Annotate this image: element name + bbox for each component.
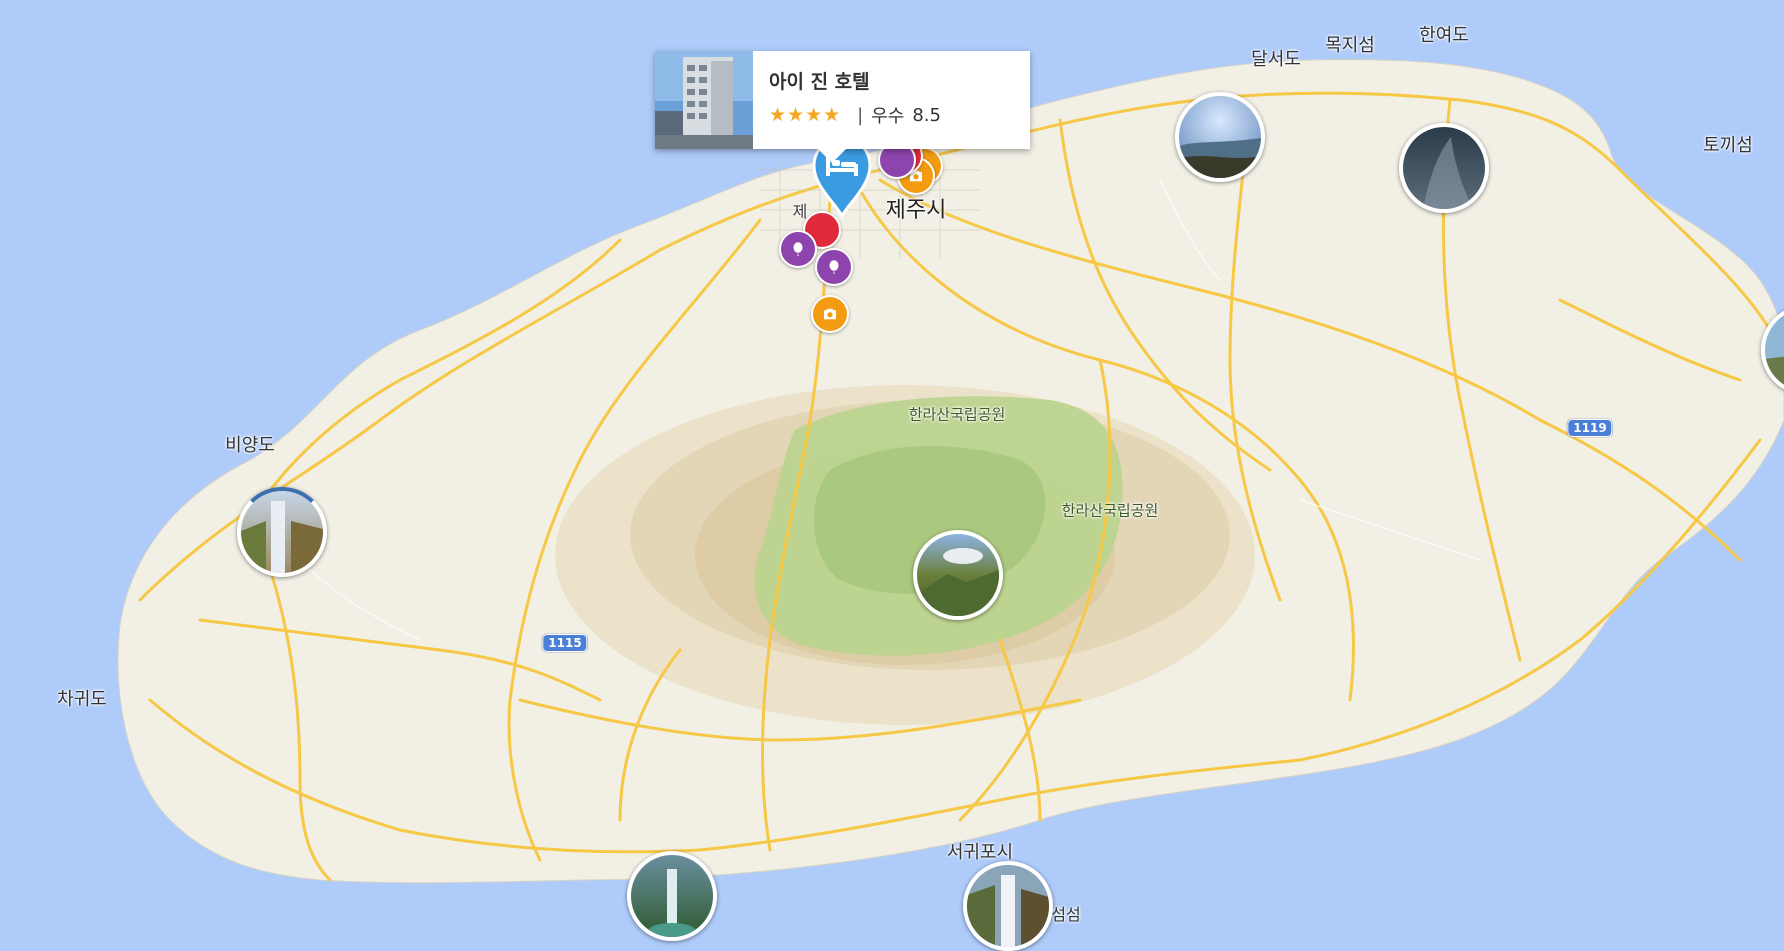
hotel-thumbnail — [655, 51, 753, 149]
photo-thumbnail — [1403, 127, 1485, 209]
photo-thumbnail — [917, 534, 999, 616]
photo-thumbnail — [967, 865, 1049, 947]
island-label-chagwido: 차귀도 — [57, 689, 107, 710]
photo-marker-waterfall-south[interactable] — [627, 851, 717, 941]
photo-thumbnail — [1179, 96, 1261, 178]
photo-thumbnail — [241, 491, 323, 573]
city-label-partial: 제 — [792, 202, 808, 221]
hotel-info-popup[interactable]: 아이 진 호텔 ★★★★ | 우수 8.5 — [655, 51, 1030, 163]
park-label-hallasan-east: 한라산국립공원 — [1061, 501, 1159, 520]
rating-label: 우수 — [871, 106, 905, 127]
photo-marker-coast-north[interactable] — [1175, 92, 1265, 182]
hotel-name[interactable]: 아이 진 호텔 — [769, 67, 941, 94]
map-canvas[interactable]: 제주시 제 한라산국립공원 한라산국립공원 달서도 목지섬 한여도 토끼섬 비양… — [0, 0, 1784, 951]
park-label-hallasan-north: 한라산국립공원 — [908, 405, 1006, 424]
island-label-hanyeodo: 한여도 — [1419, 25, 1469, 46]
hotel-star-rating: ★★★★ — [769, 104, 842, 126]
attraction-marker[interactable] — [815, 248, 853, 286]
island-label-biyangdo: 비양도 — [225, 435, 275, 456]
balloon-icon — [829, 260, 839, 274]
city-label-jeju: 제주시 — [885, 198, 947, 223]
camera-icon — [824, 308, 836, 320]
photo-marker-waterfall-west[interactable] — [237, 487, 327, 577]
city-label-seogwipo: 서귀포시 — [946, 842, 1014, 863]
road-shield-1115: 1115 — [542, 634, 588, 652]
island-label-dalseodo: 달서도 — [1251, 49, 1301, 70]
road-shield-1119: 1119 — [1567, 419, 1613, 437]
photo-marker-cave[interactable] — [1399, 123, 1489, 213]
attraction-marker[interactable] — [779, 230, 817, 268]
photo-marker-hallasan[interactable] — [913, 530, 1003, 620]
island-label-seom-partial: 섬섬 — [1051, 905, 1081, 924]
photo-spot-marker[interactable] — [811, 295, 849, 333]
balloon-icon — [793, 242, 803, 256]
photo-marker-waterfall-seogwipo[interactable] — [963, 861, 1053, 951]
island-label-mokjiseom: 목지섬 — [1325, 35, 1375, 56]
island-label-tokkiseom: 토끼섬 — [1703, 135, 1753, 156]
rating-score: 8.5 — [912, 104, 941, 126]
rating-separator: | — [857, 104, 864, 126]
